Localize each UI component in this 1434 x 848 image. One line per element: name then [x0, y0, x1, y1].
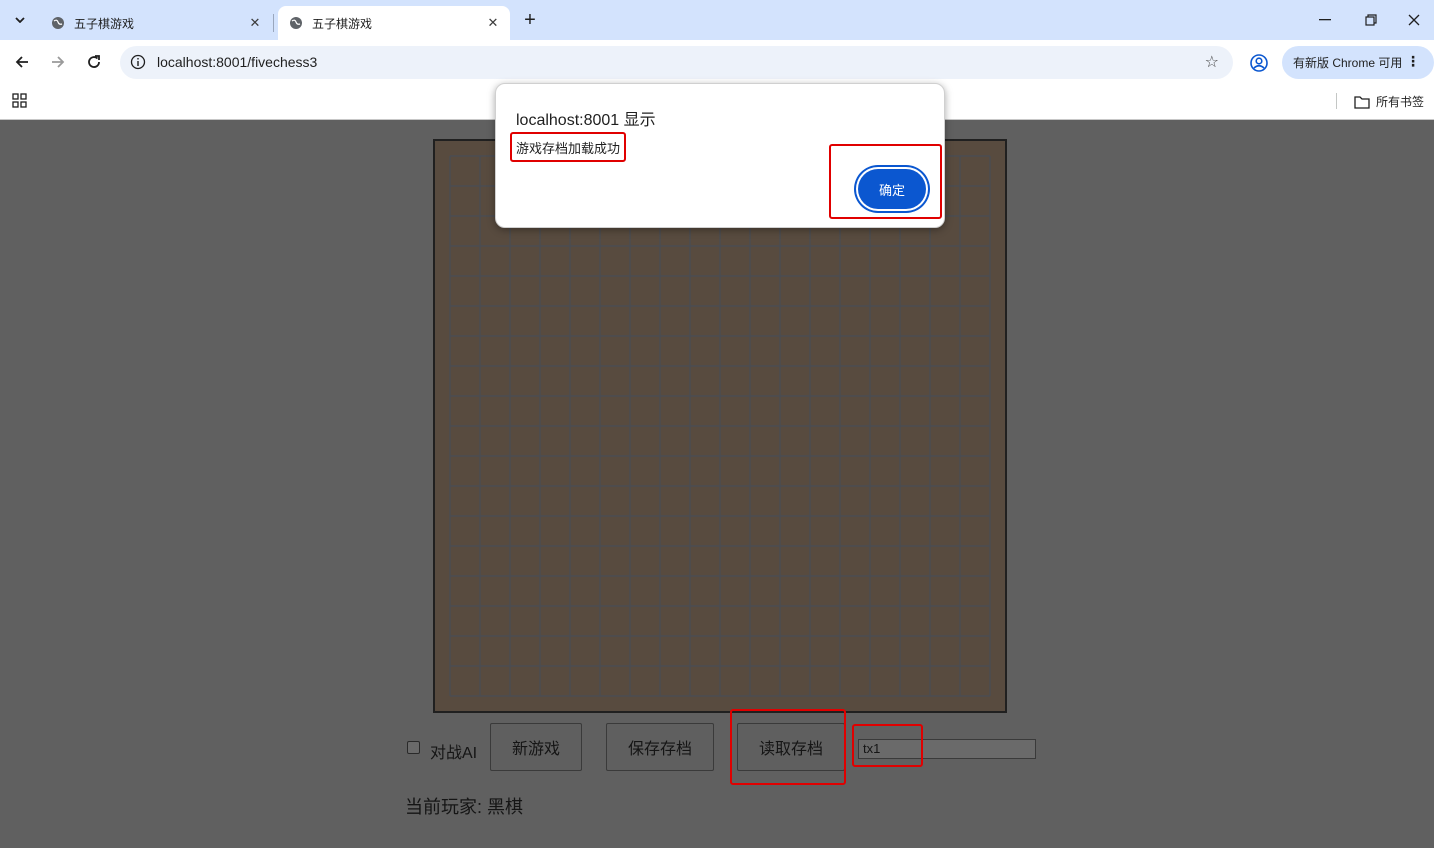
save-game-button[interactable]: 保存存档	[606, 723, 714, 771]
restore-icon	[1365, 14, 1377, 26]
reload-icon	[88, 55, 100, 68]
arrow-left-icon	[15, 56, 28, 68]
close-icon[interactable]: ✕	[246, 14, 264, 32]
highlight-ok-button	[829, 144, 942, 219]
game-controls: 对战AI 新游戏 保存存档 读取存档 tx1	[0, 723, 1434, 783]
folder-icon	[1354, 95, 1370, 109]
profile-icon	[1250, 54, 1268, 72]
current-player-status: 当前玩家: 黑棋	[405, 797, 524, 817]
tab-active[interactable]: 五子棋游戏 ✕	[278, 6, 510, 40]
url-text: localhost:8001/fivechess3	[157, 54, 318, 70]
highlight-load-button	[730, 709, 846, 785]
minimize-button[interactable]	[1302, 6, 1348, 34]
update-chrome-chip[interactable]: 有新版 Chrome 可用 ⋮	[1282, 46, 1434, 79]
new-tab-button[interactable]: +	[518, 8, 542, 32]
back-button[interactable]	[8, 48, 36, 76]
ai-mode-checkbox[interactable]	[407, 741, 420, 754]
new-game-button[interactable]: 新游戏	[490, 723, 582, 771]
plus-icon: +	[524, 8, 536, 31]
close-icon[interactable]: ✕	[484, 14, 502, 32]
minimize-icon	[1319, 19, 1331, 21]
reload-button[interactable]	[80, 48, 108, 76]
apps-icon[interactable]	[12, 93, 28, 109]
all-bookmarks-label: 所有书签	[1376, 95, 1425, 109]
more-menu-icon[interactable]: ⋮	[1406, 53, 1420, 70]
site-info-icon[interactable]	[128, 52, 148, 72]
highlight-dialog-message	[510, 132, 626, 162]
dialog-title: localhost:8001 显示	[516, 112, 656, 129]
tab-separator	[273, 14, 274, 32]
globe-icon	[288, 15, 304, 31]
chevron-down-icon	[15, 17, 25, 23]
tab-strip: 五子棋游戏 ✕ 五子棋游戏 ✕ +	[0, 0, 1434, 40]
tab-title: 五子棋游戏	[312, 16, 373, 31]
arrow-right-icon	[52, 56, 65, 68]
browser-toolbar: localhost:8001/fivechess3 ☆ 有新版 Chrome 可…	[0, 40, 1434, 85]
globe-icon	[50, 15, 66, 31]
ai-mode-label: 对战AI	[430, 745, 478, 762]
bookmark-star-icon[interactable]: ☆	[1205, 52, 1219, 72]
page-content: 对战AI 新游戏 保存存档 读取存档 tx1 当前玩家: 黑棋	[0, 120, 1434, 848]
address-bar[interactable]: localhost:8001/fivechess3 ☆	[120, 46, 1233, 79]
tab-title: 五子棋游戏	[74, 16, 135, 31]
restore-button[interactable]	[1348, 6, 1394, 34]
close-window-button[interactable]	[1394, 6, 1434, 34]
close-icon	[1408, 14, 1420, 26]
forward-button[interactable]	[44, 48, 72, 76]
bookmarks-divider	[1336, 93, 1337, 109]
highlight-save-name	[852, 724, 923, 767]
tab-inactive[interactable]: 五子棋游戏 ✕	[40, 6, 272, 40]
profile-button[interactable]	[1248, 52, 1270, 74]
update-chip-label: 有新版 Chrome 可用	[1293, 56, 1403, 70]
all-bookmarks-button[interactable]: 所有书签	[1354, 93, 1424, 110]
tab-search-button[interactable]	[8, 8, 32, 32]
